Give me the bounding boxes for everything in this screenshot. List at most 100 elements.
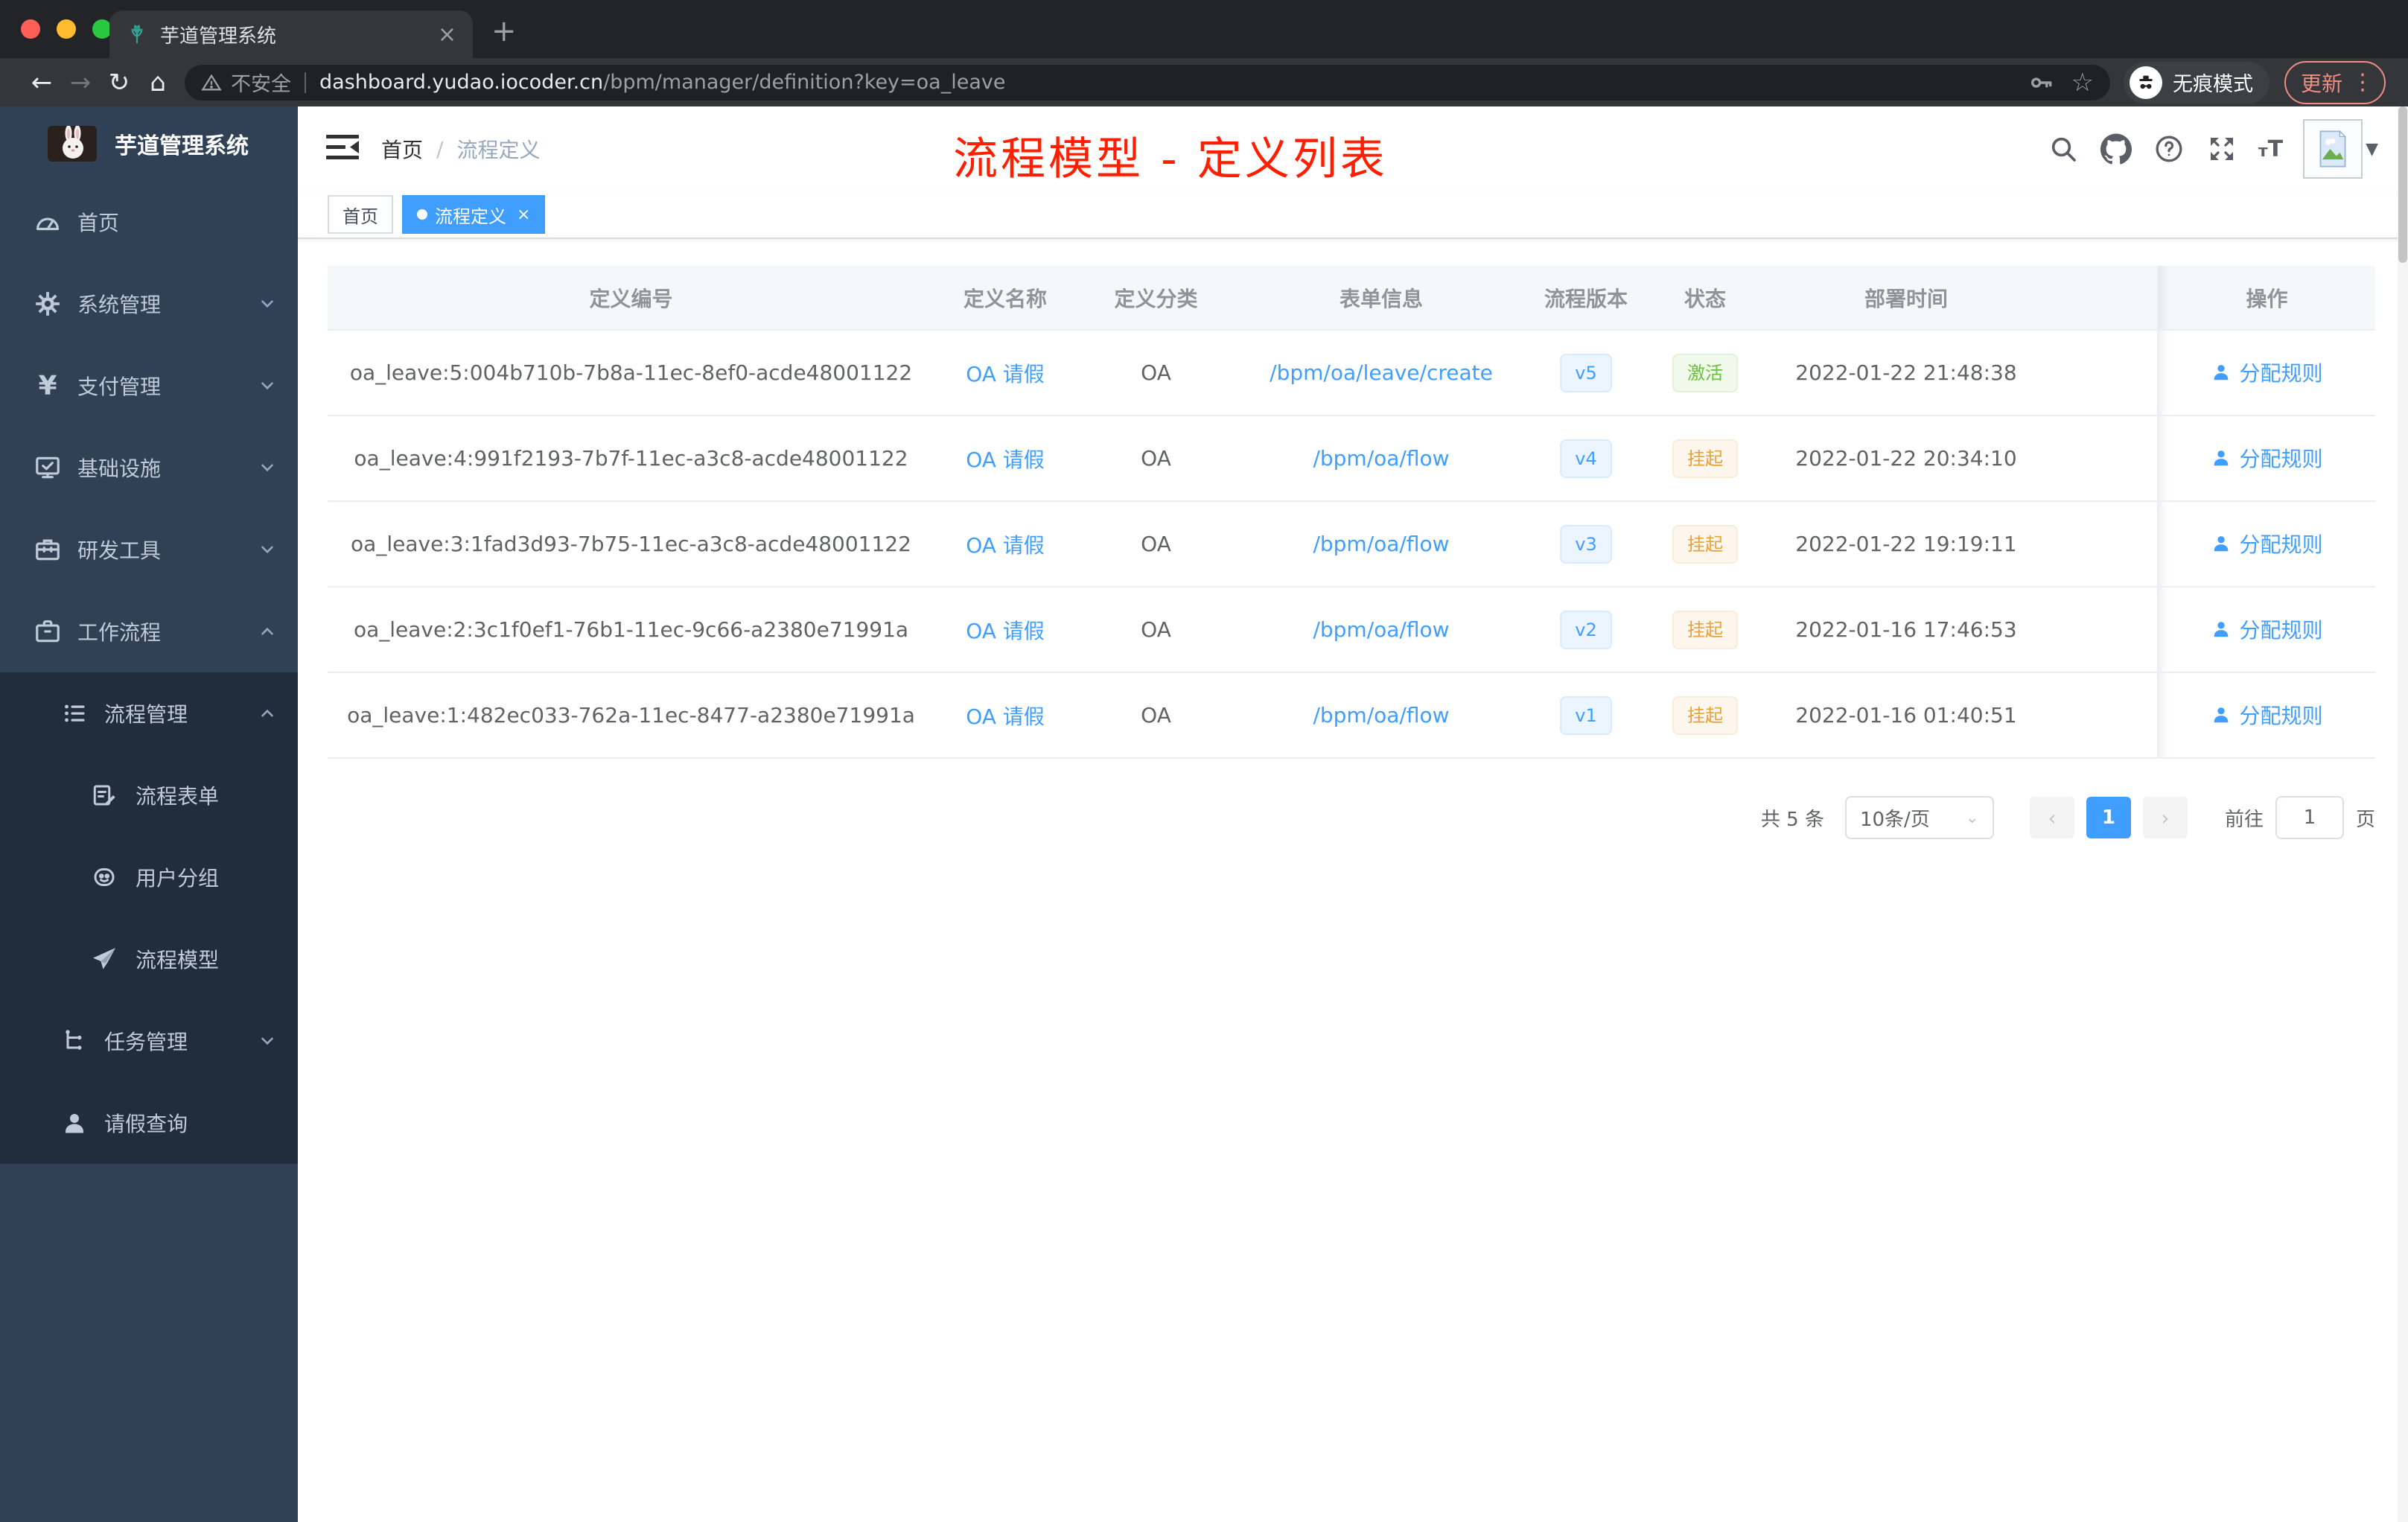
table-row: oa_leave:1:482ec033-762a-11ec-8477-a2380…	[328, 672, 2375, 759]
fullscreen-icon[interactable]	[2205, 133, 2238, 165]
definition-name-link[interactable]: OA 请假	[966, 619, 1045, 643]
definition-id: oa_leave:3:1fad3d93-7b75-11ec-a3c8-acde4…	[328, 501, 934, 588]
tag-home[interactable]: 首页	[328, 195, 393, 234]
briefcase-icon	[33, 617, 63, 646]
scrollbar-thumb[interactable]	[2398, 106, 2407, 263]
sidebar-item-process-management[interactable]: 流程管理	[0, 672, 298, 754]
close-tag-icon[interactable]: ×	[517, 206, 530, 224]
form-link[interactable]: /bpm/oa/flow	[1313, 532, 1449, 556]
definition-name-link[interactable]: OA 请假	[966, 533, 1045, 558]
sidebar-item-user-group[interactable]: 用户分组	[0, 836, 298, 918]
chevron-up-icon	[258, 704, 277, 723]
assign-rule-link[interactable]: 分配规则	[2211, 614, 2323, 644]
user-icon	[2214, 450, 2229, 466]
pagination-total: 共 5 条	[1760, 808, 1824, 831]
col-filler	[2048, 266, 2158, 331]
security-label[interactable]: 不安全	[231, 68, 291, 97]
definition-name-link[interactable]: OA 请假	[966, 704, 1045, 729]
goto-label: 前往	[2224, 808, 2264, 831]
form-link[interactable]: /bpm/oa/flow	[1313, 703, 1449, 727]
next-page-button[interactable]: ›	[2142, 797, 2188, 838]
table-row: oa_leave:5:004b710b-7b8a-11ec-8ef0-acde4…	[328, 330, 2375, 416]
home-icon[interactable]: ⌂	[138, 68, 177, 98]
browser-menu-icon[interactable]: ⋮	[2351, 69, 2374, 95]
new-tab-icon[interactable]: +	[491, 16, 517, 46]
col-definition-name: 定义名称	[934, 266, 1076, 331]
form-link[interactable]: /bpm/oa/leave/create	[1270, 360, 1493, 385]
definition-category: OA	[1076, 501, 1236, 588]
address-bar[interactable]: 不安全 dashboard.yudao.iocoder.cn/bpm/manag…	[185, 64, 2110, 101]
definition-category: OA	[1076, 415, 1236, 502]
assign-rule-link[interactable]: 分配规则	[2211, 443, 2323, 473]
navbar: 首页 / 流程定义 тT ▼	[298, 106, 2408, 191]
user-icon	[2214, 365, 2229, 380]
sidebar-item-devtools[interactable]: 研发工具	[0, 509, 298, 590]
assign-rule-link[interactable]: 分配规则	[2211, 529, 2323, 558]
sidebar-item-home[interactable]: 首页	[0, 181, 298, 263]
browser-tab[interactable]: 芋道管理系统 ×	[109, 10, 473, 58]
dashboard-icon	[33, 207, 63, 237]
security-warning-icon	[201, 72, 222, 93]
current-page-button[interactable]: 1	[2086, 797, 2131, 838]
user-avatar[interactable]	[2303, 119, 2363, 179]
prev-page-button[interactable]: ‹	[2029, 797, 2074, 838]
definition-category: OA	[1076, 587, 1236, 673]
col-status: 状态	[1646, 266, 1765, 331]
tree-icon	[60, 1026, 89, 1056]
help-icon[interactable]	[2153, 133, 2185, 165]
assign-rule-link[interactable]: 分配规则	[2211, 700, 2323, 730]
page-size-select[interactable]: 10条/页 ⌄	[1844, 796, 1994, 839]
back-icon[interactable]: ←	[22, 68, 61, 98]
sidebar-item-task-management[interactable]: 任务管理	[0, 1000, 298, 1082]
url-domain: dashboard.yudao.iocoder.cn	[319, 71, 604, 94]
toolbox-icon	[33, 535, 63, 564]
password-key-icon[interactable]	[2028, 70, 2054, 95]
definition-name-link[interactable]: OA 请假	[966, 448, 1045, 472]
sidebar-item-infrastructure[interactable]: 基础设施	[0, 427, 298, 509]
sidebar-item-process-form[interactable]: 流程表单	[0, 754, 298, 836]
col-form-info: 表单信息	[1236, 266, 1526, 331]
tag-process-definition[interactable]: 流程定义 ×	[402, 195, 546, 234]
bookmark-star-icon[interactable]: ☆	[2071, 68, 2094, 98]
definition-id: oa_leave:4:991f2193-7b7f-11ec-a3c8-acde4…	[328, 415, 934, 502]
chevron-down-icon	[258, 294, 277, 313]
search-icon[interactable]	[2047, 133, 2080, 165]
sidebar-item-leave-query[interactable]: 请假查询	[0, 1082, 298, 1164]
form-link[interactable]: /bpm/oa/flow	[1313, 446, 1449, 471]
sidebar-item-payment[interactable]: ¥ 支付管理	[0, 345, 298, 427]
definition-name-link[interactable]: OA 请假	[966, 362, 1045, 386]
browser-tabstrip: 芋道管理系统 × +	[0, 0, 2408, 58]
chevron-down-icon	[258, 540, 277, 559]
col-deploy-time: 部署时间	[1765, 266, 2048, 331]
sidebar-item-workflow[interactable]: 工作流程	[0, 590, 298, 672]
table-row: oa_leave:2:3c1f0ef1-76b1-11ec-9c66-a2380…	[328, 587, 2375, 673]
browser-update-button[interactable]: 更新 ⋮	[2284, 60, 2386, 104]
update-label[interactable]: 更新	[2301, 68, 2342, 98]
definition-id: oa_leave:5:004b710b-7b8a-11ec-8ef0-acde4…	[328, 330, 934, 416]
forward-icon[interactable]: →	[61, 68, 100, 98]
workflow-submenu: 流程管理 流程表单 用户分组 流程模型 任务管理 请假查询	[0, 672, 298, 1164]
scrollbar[interactable]	[2398, 106, 2408, 1522]
collapse-sidebar-icon[interactable]	[325, 132, 360, 163]
minimize-window-icon[interactable]	[57, 19, 76, 39]
avatar-caret-icon[interactable]: ▼	[2366, 140, 2378, 159]
form-link[interactable]: /bpm/oa/flow	[1313, 617, 1449, 642]
breadcrumb: 首页 / 流程定义	[381, 106, 540, 191]
sidebar-item-process-model[interactable]: 流程模型	[0, 918, 298, 1000]
font-size-icon[interactable]: тT	[2258, 136, 2283, 162]
breadcrumb-home[interactable]: 首页	[381, 134, 423, 164]
reload-icon[interactable]: ↻	[100, 68, 138, 98]
close-window-icon[interactable]	[21, 19, 40, 39]
github-icon[interactable]	[2100, 133, 2133, 165]
goto-page-input[interactable]	[2275, 796, 2344, 839]
active-dot-icon	[417, 209, 427, 220]
assign-rule-link[interactable]: 分配规则	[2211, 357, 2323, 387]
close-tab-icon[interactable]: ×	[438, 22, 456, 48]
sidebar-logo[interactable]: 芋道管理系统	[0, 106, 298, 181]
window-controls[interactable]	[21, 19, 112, 39]
chevron-down-icon	[258, 376, 277, 395]
sidebar-item-system[interactable]: 系统管理	[0, 263, 298, 345]
tags-view-bar: 首页 流程定义 ×	[298, 191, 2408, 239]
table-row: oa_leave:4:991f2193-7b7f-11ec-a3c8-acde4…	[328, 415, 2375, 502]
status-badge: 挂起	[1672, 439, 1738, 478]
